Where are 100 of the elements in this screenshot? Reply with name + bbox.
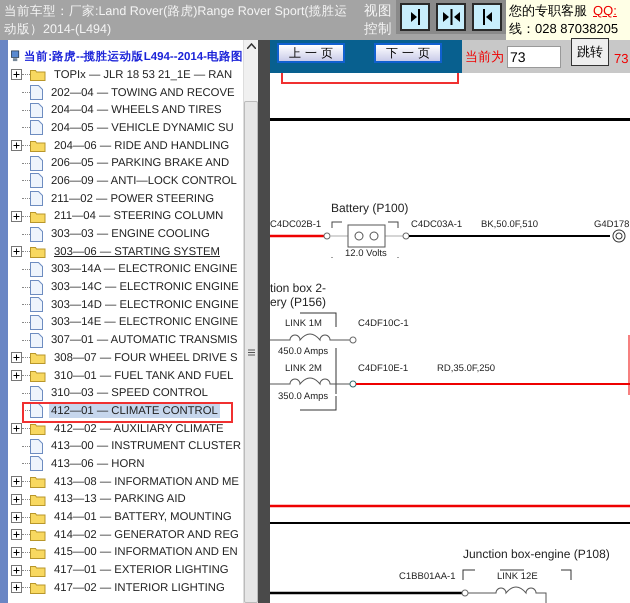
tree-item[interactable]: 308—07 — FOUR WHEEL DRIVE S <box>52 350 240 365</box>
computer-icon <box>10 48 20 64</box>
document-icon <box>30 226 43 242</box>
tree-item[interactable]: 414—01 — BATTERY, MOUNTING <box>52 510 234 524</box>
expand-icon[interactable] <box>11 69 22 80</box>
document-icon <box>30 386 43 401</box>
expand-icon[interactable] <box>11 352 22 364</box>
tree-item[interactable]: 303—14D — ELECTRONIC ENGINE <box>49 298 241 312</box>
previous-page-button[interactable]: 上 一 页 <box>277 43 345 63</box>
expand-icon[interactable] <box>11 582 22 594</box>
tree-item[interactable]: 412—02 — AUXILIARY CLIMATE <box>52 422 226 436</box>
tree-item[interactable]: 310—03 — SPEED CONTROL <box>49 386 210 400</box>
tree-item[interactable]: 307—01 — AUTOMATIC TRANSMIS <box>49 333 240 348</box>
folder-icon <box>30 581 46 594</box>
diagram-label: tion box 2- <box>270 281 326 295</box>
expand-icon[interactable] <box>11 370 22 382</box>
diagram-label: C4DF10E-1 <box>358 363 408 374</box>
folder-icon <box>30 210 46 223</box>
folder-icon <box>30 475 46 488</box>
expand-icon[interactable] <box>11 476 22 488</box>
view-button[interactable] <box>400 3 430 31</box>
tree-item[interactable]: 202—04 — TOWING AND RECOVE <box>49 86 237 100</box>
tree-item[interactable]: 303—03 — ENGINE COOLING <box>49 227 212 242</box>
folder-icon <box>30 139 46 152</box>
next-page-button[interactable]: 下 一 页 <box>374 43 442 63</box>
tree-item[interactable]: 204—06 — RIDE AND HANDLING <box>52 138 232 153</box>
tree-item[interactable]: 303—14C — ELECTRONIC ENGINE <box>49 280 241 294</box>
page-input-field[interactable]: 73 <box>507 46 561 68</box>
expand-icon[interactable] <box>11 512 22 523</box>
tree-item[interactable]: 417—01 — EXTERIOR LIGHTING <box>52 563 231 578</box>
diagram-label: LINK 1M <box>285 318 322 329</box>
document-icon <box>30 173 43 188</box>
arrow-bar-icon <box>410 9 420 25</box>
tree-item[interactable]: 415—00 — INFORMATION AND EN <box>52 545 240 560</box>
scrollbar[interactable] <box>243 40 258 603</box>
folder-icon <box>30 492 46 506</box>
diagram-label: 12.0 Volts <box>345 248 387 259</box>
vehicle-model-text: 当前车型：厂家:Land Rover(路虎)Range Rover Sport(揽胜运动版）2014-(L494) <box>3 3 349 38</box>
tree-item[interactable]: 211—04 — STEERING COLUMN <box>52 209 226 224</box>
phone-text: 线：028 87038205 <box>509 21 618 36</box>
folder-icon <box>30 369 46 382</box>
diagram-label: C1BB01AA-1 <box>399 571 456 582</box>
tree-item[interactable]: 414—02 — GENERATOR AND REG <box>52 528 241 542</box>
tree-item[interactable]: 417—02 — INTERIOR LIGHTING <box>52 580 227 595</box>
diagram-label: LINK 12E <box>497 571 538 582</box>
expand-icon[interactable] <box>11 494 22 505</box>
service-label: 您的专职客服 <box>509 3 587 18</box>
qq-link[interactable]: QQ: <box>593 3 617 18</box>
document-icon <box>30 456 43 472</box>
folder-icon <box>30 68 46 82</box>
tree-item[interactable]: 204—05 — VEHICLE DYNAMIC SU <box>49 120 236 135</box>
tree-item[interactable]: 413—08 — INFORMATION AND ME <box>52 474 241 489</box>
expand-icon[interactable] <box>11 529 22 540</box>
tree-item[interactable]: 206—09 — ANTI—LOCK CONTROL <box>49 174 239 188</box>
tree-item[interactable]: 303—14A — ELECTRONIC ENGINE <box>49 262 240 276</box>
expand-icon[interactable] <box>11 140 22 152</box>
document-icon <box>30 314 43 330</box>
tree-item[interactable]: TOPIx — JLR 18 53 21_1E — RAN <box>52 68 234 82</box>
expand-icon[interactable] <box>11 423 22 434</box>
folder-icon <box>30 546 46 559</box>
tree-item[interactable]: 412—01 — CLIMATE CONTROL <box>49 404 220 418</box>
tree-item[interactable]: 413—06 — HORN <box>49 456 147 471</box>
tree-item[interactable]: 206—05 — PARKING BRAKE AND <box>49 156 232 170</box>
expand-icon[interactable] <box>11 564 22 576</box>
document-icon <box>30 403 43 418</box>
document-icon <box>30 120 43 136</box>
document-icon <box>30 280 43 295</box>
scroll-up-icon[interactable] <box>246 43 256 49</box>
tree-item[interactable]: 413—13 — PARKING AID <box>52 492 188 506</box>
go-button[interactable]: 跳转 <box>571 38 609 66</box>
view-button[interactable] <box>436 3 466 31</box>
diagram-label: LINK 2M <box>285 363 322 374</box>
document-icon <box>30 191 43 206</box>
folder-icon <box>30 564 46 577</box>
folder-icon <box>30 351 46 364</box>
expand-icon[interactable] <box>11 246 22 258</box>
tree-item[interactable]: 204—04 — WHEELS AND TIRES <box>49 103 224 118</box>
diagram-label: G4D178 <box>594 219 630 230</box>
scroll-thumb[interactable] <box>244 101 258 603</box>
diagram-label: Battery (P100) <box>331 201 408 215</box>
folder-icon <box>30 510 46 524</box>
tree-item[interactable]: 303—14E — ELECTRONIC ENGINE <box>49 315 240 330</box>
document-icon <box>30 102 43 118</box>
expand-icon[interactable] <box>11 546 22 558</box>
folder-icon <box>30 528 46 542</box>
tree-title: 当前:路虎--揽胜运动版L494--2014-电路图 <box>24 49 243 64</box>
diagram-label: ery (P156) <box>270 295 326 309</box>
document-icon <box>30 438 43 454</box>
grip-icon <box>248 348 254 356</box>
expand-icon[interactable] <box>11 210 22 222</box>
tree-item[interactable]: 211—02 — POWER STEERING <box>49 192 216 206</box>
arrow-bar-icon <box>442 9 460 25</box>
tree-item[interactable]: 413—00 — INSTRUMENT CLUSTER <box>49 439 243 454</box>
diagram-label: C4DC02B-1 <box>270 219 322 230</box>
tree-item[interactable]: 310—01 — FUEL TANK AND FUEL <box>52 368 236 383</box>
diagram-label: Junction box-engine (P108) <box>463 547 610 561</box>
view-button[interactable] <box>472 3 502 31</box>
tree-item[interactable]: 303—06 — STARTING SYSTEM <box>52 244 222 259</box>
current-page-label: 当前为 <box>465 48 504 66</box>
document-icon <box>30 297 43 312</box>
